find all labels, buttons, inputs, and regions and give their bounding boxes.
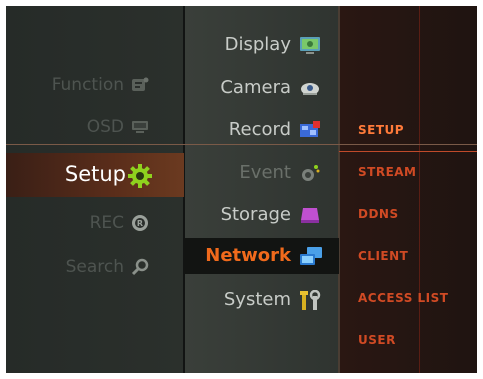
divider (339, 151, 477, 152)
record-film-icon (299, 120, 321, 140)
menu-item-label: System (223, 289, 291, 310)
network-submenu-client[interactable]: CLIENT (358, 249, 408, 263)
setup-menu-item-storage[interactable]: Storage (184, 197, 339, 233)
main-menu-item-rec[interactable]: REC R (6, 207, 184, 239)
setup-menu-item-camera[interactable]: Camera (184, 70, 339, 106)
monitor-icon (131, 118, 149, 136)
menu-item-label: Storage (220, 204, 291, 225)
network-submenu-panel (339, 6, 477, 373)
display-icon (299, 35, 321, 55)
record-icon: R (131, 214, 149, 232)
menu-item-label: Function (51, 75, 124, 95)
network-submenu-user[interactable]: USER (358, 333, 396, 347)
svg-text:R: R (137, 219, 143, 228)
gear-icon (127, 163, 153, 189)
menu-item-label: Setup (64, 162, 126, 186)
storage-icon (299, 205, 321, 225)
network-submenu-ddns[interactable]: DDNS (358, 207, 399, 221)
menu-item-label: Network (205, 245, 291, 266)
main-menu-item-osd[interactable]: OSD (6, 111, 184, 143)
main-menu-item-search[interactable]: Search (6, 251, 184, 283)
menu-item-label: Search (65, 257, 124, 277)
network-icon (299, 246, 322, 266)
event-icon (299, 163, 321, 183)
main-menu-item-setup[interactable]: Setup (6, 153, 184, 197)
setup-menu-item-display[interactable]: Display (184, 27, 339, 63)
setup-menu-item-event[interactable]: Event (184, 155, 339, 191)
network-submenu-setup[interactable]: SETUP (358, 123, 404, 137)
function-icon (131, 76, 149, 94)
menu-item-label: Display (224, 34, 291, 55)
menu-item-label: OSD (86, 117, 124, 137)
network-submenu-stream[interactable]: STREAM (358, 165, 417, 179)
divider (419, 6, 420, 373)
menu-item-label: Event (239, 162, 291, 183)
menu-item-label: Record (228, 119, 291, 140)
dvr-menu-screen: Function OSD Setup REC R Search Display … (6, 6, 477, 373)
setup-menu-item-network[interactable]: Network (184, 238, 339, 274)
camera-icon (299, 78, 321, 98)
menu-item-label: Camera (220, 77, 291, 98)
tools-icon (299, 290, 321, 310)
menu-item-label: REC (89, 213, 124, 233)
magnifier-icon (131, 258, 149, 276)
setup-menu-item-system[interactable]: System (184, 282, 339, 318)
network-submenu-access-list[interactable]: ACCESS LIST (358, 291, 448, 305)
main-menu-item-function[interactable]: Function (6, 69, 184, 101)
setup-menu-item-record[interactable]: Record (184, 112, 339, 148)
